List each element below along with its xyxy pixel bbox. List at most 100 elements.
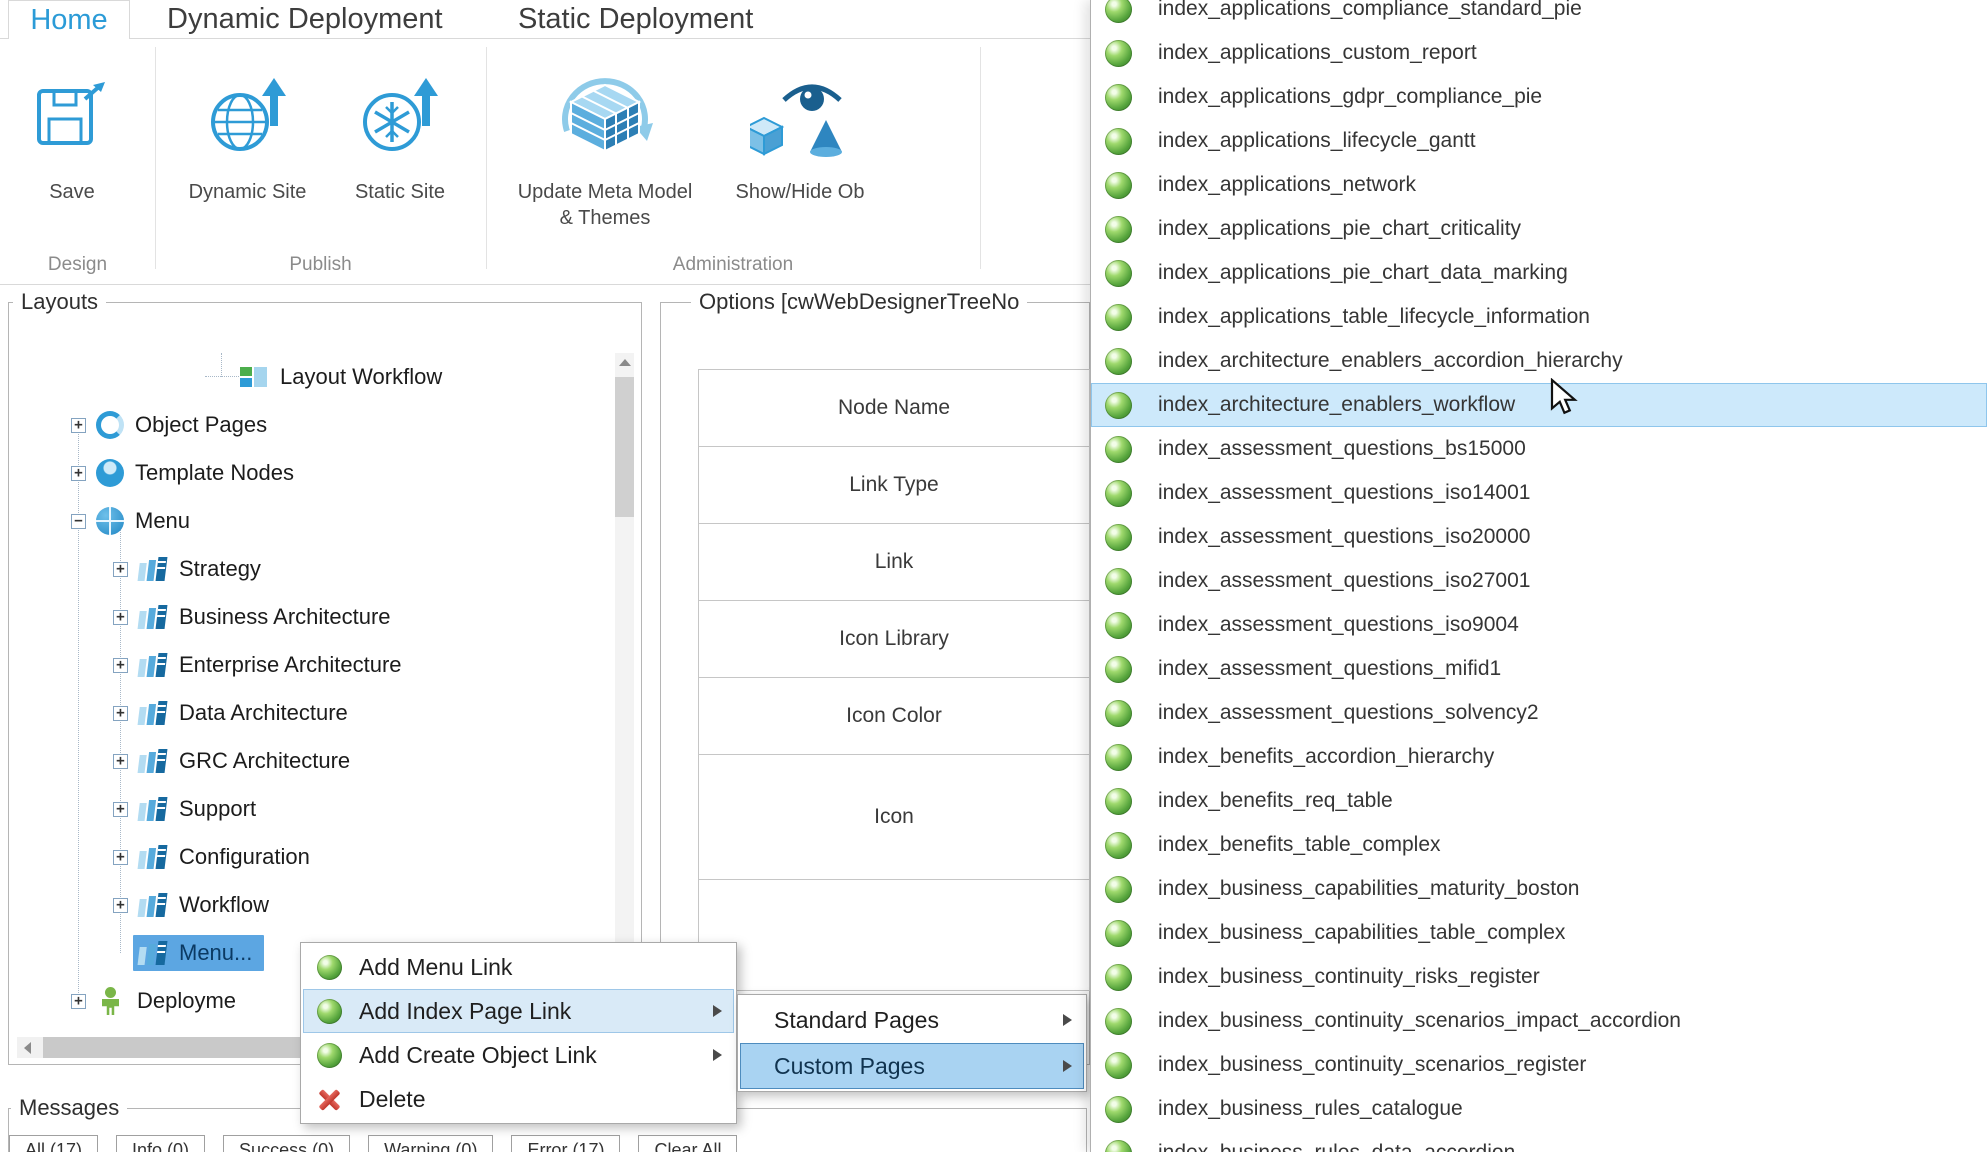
save-floppy-icon (10, 51, 134, 179)
messages-tab[interactable]: Info (0) (116, 1135, 205, 1152)
list-item[interactable]: index_benefits_accordion_hierarchy (1091, 735, 1987, 779)
tree-item-content: Deployme (96, 987, 236, 1015)
list-item[interactable]: index_business_capabilities_maturity_bos… (1091, 867, 1987, 911)
submenu-item[interactable]: Custom Pages (740, 1043, 1084, 1089)
list-item[interactable]: index_benefits_req_table (1091, 779, 1987, 823)
submenu-item[interactable]: Standard Pages (740, 997, 1084, 1043)
tree-expander[interactable]: + (113, 562, 128, 577)
list-item[interactable]: index_business_rules_catalogue (1091, 1087, 1987, 1131)
tree-item[interactable]: + Configuration (9, 833, 609, 881)
tree-item[interactable]: + Support (9, 785, 609, 833)
list-item[interactable]: index_business_rules_data_accordion (1091, 1131, 1987, 1152)
messages-tab[interactable]: Clear All (638, 1135, 737, 1152)
tree-expander[interactable]: + (71, 994, 86, 1009)
context-submenu: Standard Pages Custom Pages (737, 994, 1087, 1092)
context-menu-item[interactable]: Add Index Page Link (303, 989, 734, 1033)
list-item[interactable]: index_architecture_enablers_workflow (1091, 383, 1987, 427)
list-item[interactable]: index_applications_pie_chart_data_markin… (1091, 251, 1987, 295)
tree-expander[interactable]: + (113, 802, 128, 817)
list-item[interactable]: index_assessment_questions_iso14001 (1091, 471, 1987, 515)
list-item[interactable]: index_assessment_questions_iso20000 (1091, 515, 1987, 559)
list-item-label: index_business_capabilities_table_comple… (1158, 921, 1565, 945)
dynamic-site-button[interactable]: Dynamic Site (180, 51, 315, 205)
tree-item[interactable]: + Enterprise Architecture (9, 641, 609, 689)
tree-item[interactable]: + Object Pages (9, 401, 609, 449)
context-menu-item[interactable]: Add Menu Link (303, 945, 734, 989)
tree-item[interactable]: + Template Nodes (9, 449, 609, 497)
list-item[interactable]: index_assessment_questions_mifid1 (1091, 647, 1987, 691)
tab-static-deployment[interactable]: Static Deployment (518, 0, 753, 39)
tab-dynamic-deployment[interactable]: Dynamic Deployment (167, 0, 443, 39)
list-item[interactable]: index_applications_network (1091, 163, 1987, 207)
list-item[interactable]: index_benefits_table_complex (1091, 823, 1987, 867)
list-item[interactable]: index_business_capabilities_table_comple… (1091, 911, 1987, 955)
scroll-up-button[interactable] (615, 353, 634, 372)
tree-item-label: Strategy (179, 556, 261, 582)
messages-panel-title: Messages (11, 1095, 127, 1121)
tree-expander[interactable]: + (113, 610, 128, 625)
tree-item[interactable]: + Strategy (9, 545, 609, 593)
context-menu-item[interactable]: Delete (303, 1077, 734, 1121)
submenu-arrow-icon (1063, 1014, 1072, 1026)
tree-expander[interactable]: + (113, 706, 128, 721)
tree-item[interactable]: − Menu (9, 497, 609, 545)
save-button[interactable]: Save (10, 51, 134, 205)
list-item[interactable]: index_applications_lifecycle_gantt (1091, 119, 1987, 163)
tree-expander[interactable]: + (71, 466, 86, 481)
list-item[interactable]: index_architecture_enablers_accordion_hi… (1091, 339, 1987, 383)
mouse-cursor-icon (1550, 378, 1582, 421)
tree-expander[interactable]: + (113, 658, 128, 673)
tab-home[interactable]: Home (8, 0, 130, 39)
tree-item[interactable]: + GRC Architecture (9, 737, 609, 785)
messages-tab[interactable]: All (17) (9, 1135, 98, 1152)
list-item[interactable]: index_applications_compliance_standard_p… (1091, 0, 1987, 31)
list-item[interactable]: index_applications_table_lifecycle_infor… (1091, 295, 1987, 339)
tree-item-label: Deployme (137, 988, 236, 1014)
list-item[interactable]: index_assessment_questions_bs15000 (1091, 427, 1987, 471)
tree-expander[interactable]: + (113, 754, 128, 769)
scrollbar-thumb[interactable] (43, 1037, 337, 1058)
list-item-label: index_assessment_questions_solvency2 (1158, 701, 1539, 725)
list-item[interactable]: index_applications_custom_report (1091, 31, 1987, 75)
list-item[interactable]: index_assessment_questions_solvency2 (1091, 691, 1987, 735)
tree-expander[interactable]: − (71, 514, 86, 529)
list-item-label: index_assessment_questions_bs15000 (1158, 437, 1526, 461)
tree-item[interactable]: Layout Workflow (9, 353, 609, 401)
tree-item[interactable]: + Workflow (9, 881, 609, 929)
list-item-label: index_business_rules_catalogue (1158, 1097, 1463, 1121)
scrollbar-thumb[interactable] (615, 377, 634, 517)
tree-expander[interactable]: + (71, 418, 86, 433)
list-item[interactable]: index_assessment_questions_iso27001 (1091, 559, 1987, 603)
list-item[interactable]: index_assessment_questions_iso9004 (1091, 603, 1987, 647)
globe-up-arrow-icon (180, 51, 315, 179)
show-hide-objects-button[interactable]: Show/Hide Ob (700, 51, 900, 205)
list-item[interactable]: index_applications_pie_chart_criticality (1091, 207, 1987, 251)
context-menu-item-icon (317, 955, 342, 980)
tree-item[interactable]: + Data Architecture (9, 689, 609, 737)
scroll-left-button[interactable] (17, 1037, 38, 1058)
list-item-label: index_applications_custom_report (1158, 41, 1477, 65)
tree-expander[interactable]: + (113, 898, 128, 913)
update-meta-model-button[interactable]: Update Meta Model & Themes (515, 51, 695, 231)
list-item[interactable]: index_applications_gdpr_compliance_pie (1091, 75, 1987, 119)
context-menu-item-icon (317, 1043, 342, 1068)
list-item[interactable]: index_business_continuity_scenarios_impa… (1091, 999, 1987, 1043)
tree-expander[interactable]: + (113, 850, 128, 865)
index-page-icon (1105, 84, 1132, 111)
messages-tab[interactable]: Warning (0) (368, 1135, 493, 1152)
messages-tab[interactable]: Error (17) (511, 1135, 620, 1152)
list-item[interactable]: index_business_continuity_scenarios_regi… (1091, 1043, 1987, 1087)
tree-item-content: Enterprise Architecture (138, 651, 402, 679)
messages-tab[interactable]: Success (0) (223, 1135, 350, 1152)
show-hide-objects-label: Show/Hide Ob (700, 179, 900, 205)
options-field-label: Link (698, 523, 1090, 600)
index-page-icon (1105, 1008, 1132, 1035)
tree-item[interactable]: + Business Architecture (9, 593, 609, 641)
save-button-label: Save (10, 179, 134, 205)
context-menu: Add Menu Link Add Index Page Link Add Cr… (300, 942, 737, 1124)
list-item[interactable]: index_business_continuity_risks_register (1091, 955, 1987, 999)
options-field-label: Icon Color (698, 677, 1090, 754)
static-site-button[interactable]: Static Site (330, 51, 470, 205)
context-menu-item[interactable]: Add Create Object Link (303, 1033, 734, 1077)
tree-vertical-scrollbar[interactable] (615, 353, 634, 1032)
